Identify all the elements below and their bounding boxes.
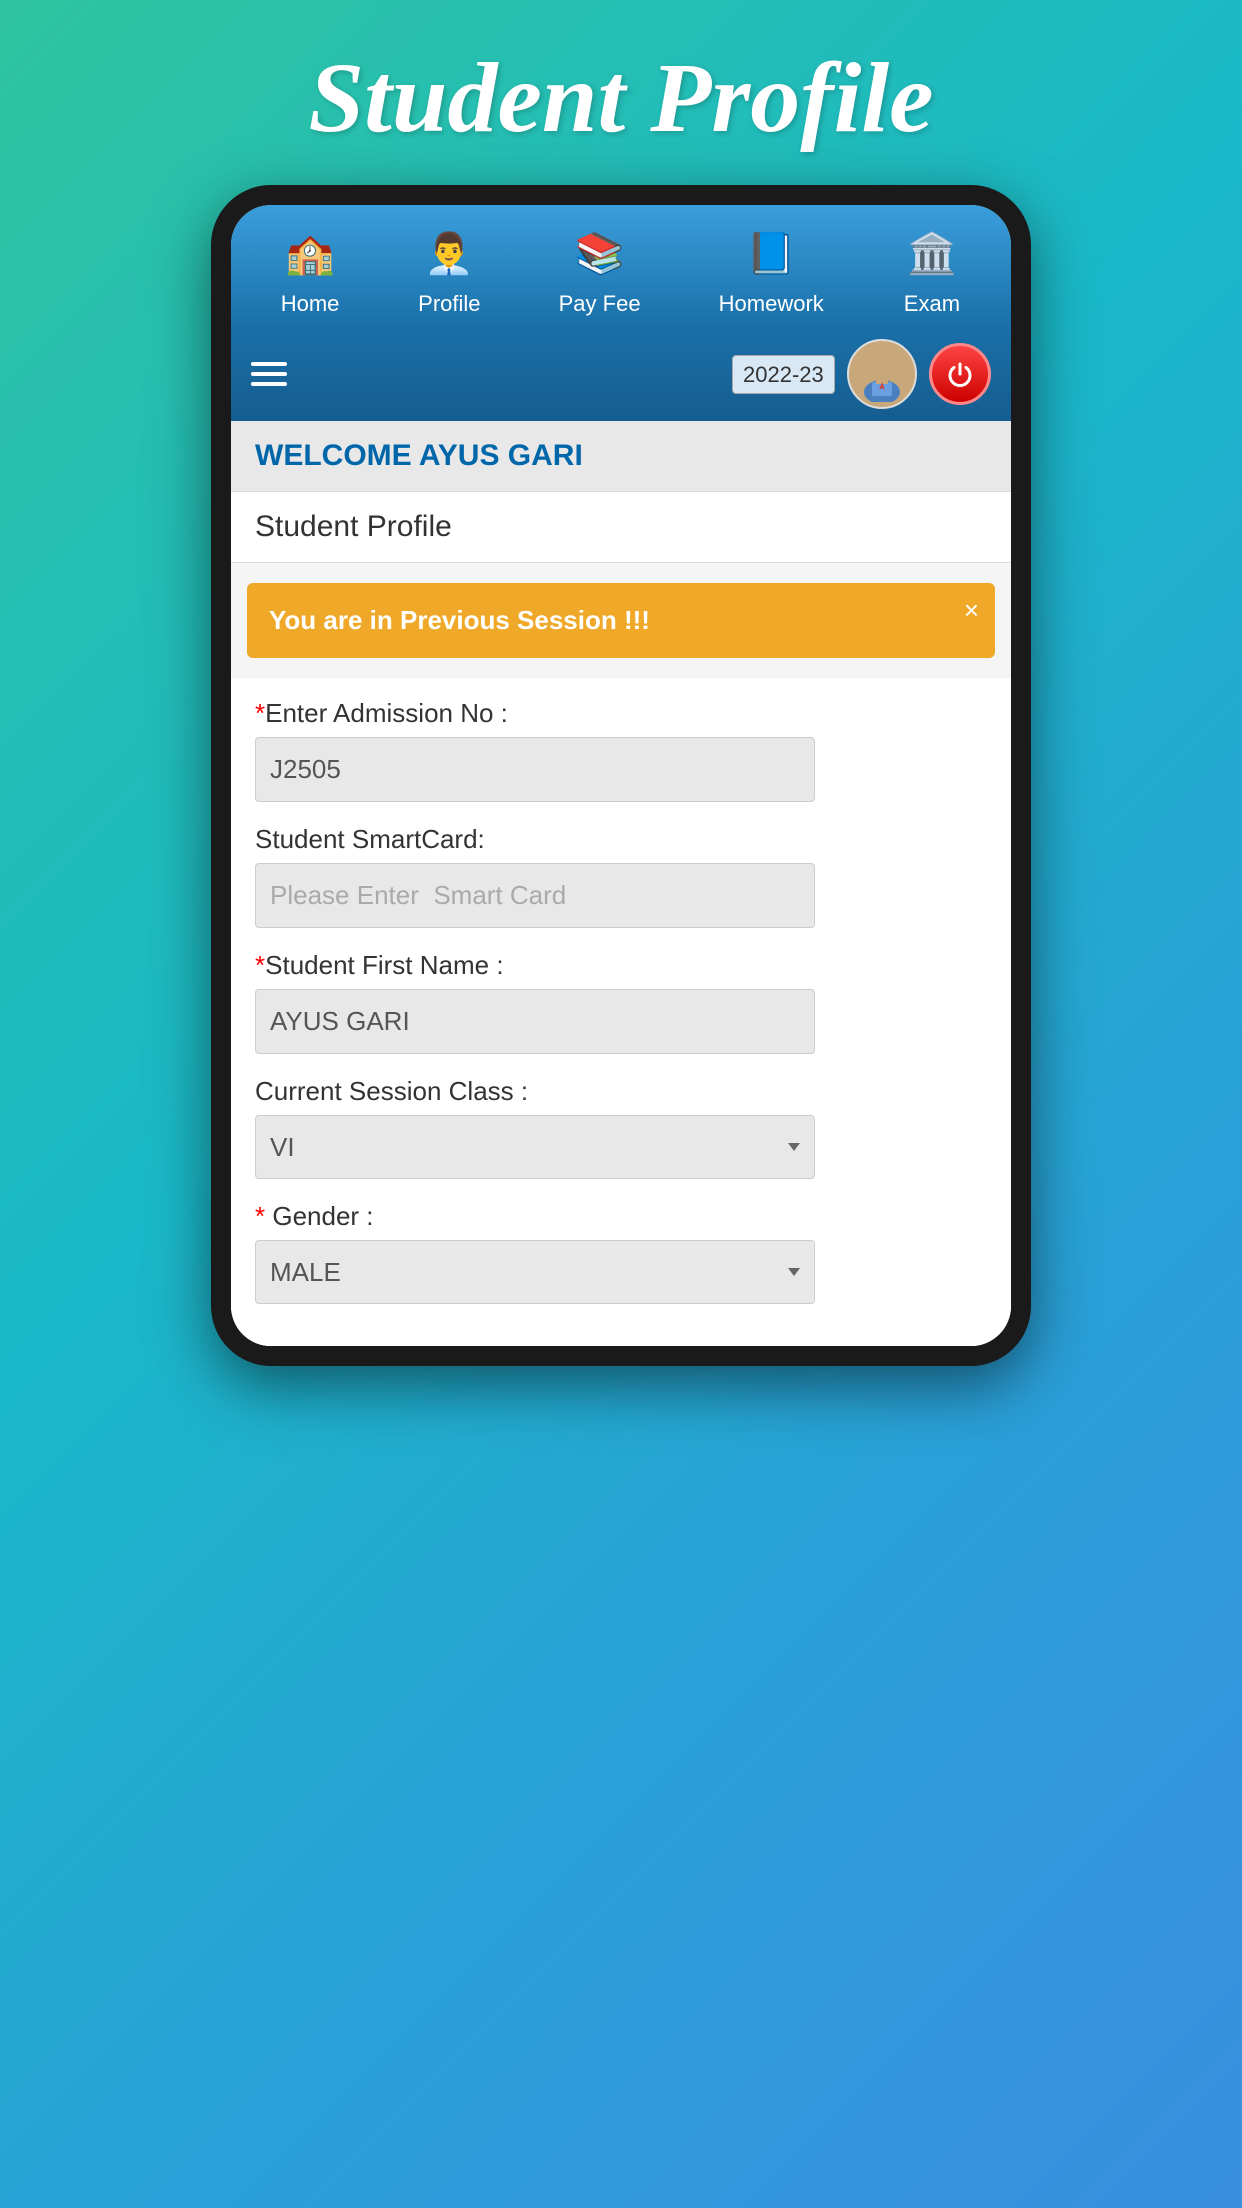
alert-banner: You are in Previous Session !!! ×	[247, 583, 995, 658]
payfee-icon: 📚	[570, 223, 630, 283]
power-button[interactable]	[929, 343, 991, 405]
nav-profile[interactable]: 👨‍💼 Profile	[418, 223, 480, 317]
welcome-bar: WELCOME AYUS GARI	[231, 421, 1011, 492]
gender-label: * Gender :	[255, 1201, 987, 1232]
homework-icon: 📘	[741, 223, 801, 283]
admission-no-input[interactable]	[255, 737, 815, 802]
session-class-select[interactable]: VI VII VIII IX X	[255, 1115, 815, 1179]
first-name-group: *Student First Name :	[255, 950, 987, 1054]
nav-home-label: Home	[281, 291, 340, 317]
alert-close-button[interactable]: ×	[964, 595, 979, 626]
admission-no-label: *Enter Admission No :	[255, 698, 987, 729]
header-right: 2022-23 2021-22 2023-24	[732, 339, 991, 409]
profile-icon: 👨‍💼	[419, 223, 479, 283]
alert-message: You are in Previous Session !!!	[269, 605, 650, 636]
nav-homework[interactable]: 📘 Homework	[719, 223, 824, 317]
avatar	[847, 339, 917, 409]
session-select[interactable]: 2022-23 2021-22 2023-24	[732, 355, 835, 394]
phone-screen: 🏫 Home 👨‍💼 Profile 📚 Pay Fee 📘 Homework …	[231, 205, 1011, 1346]
page-header: Student Profile	[308, 0, 933, 185]
section-title-bar: Student Profile	[231, 492, 1011, 563]
header-bar: 2022-23 2021-22 2023-24	[231, 327, 1011, 421]
nav-exam[interactable]: 🏛️ Exam	[902, 223, 962, 317]
hamburger-menu[interactable]	[251, 362, 287, 386]
smart-card-input[interactable]	[255, 863, 815, 928]
session-class-label: Current Session Class :	[255, 1076, 987, 1107]
hamburger-line-1	[251, 362, 287, 366]
form-area: *Enter Admission No : Student SmartCard:…	[231, 678, 1011, 1346]
session-class-group: Current Session Class : VI VII VIII IX X	[255, 1076, 987, 1179]
admission-no-group: *Enter Admission No :	[255, 698, 987, 802]
first-name-input[interactable]	[255, 989, 815, 1054]
gender-required-star: *	[255, 1201, 272, 1231]
nav-home[interactable]: 🏫 Home	[280, 223, 340, 317]
first-name-label: *Student First Name :	[255, 950, 987, 981]
nav-exam-label: Exam	[904, 291, 960, 317]
smart-card-label: Student SmartCard:	[255, 824, 987, 855]
content-area: WELCOME AYUS GARI Student Profile You ar…	[231, 421, 1011, 1346]
hamburger-line-2	[251, 372, 287, 376]
admission-required-star: *	[255, 698, 265, 728]
nav-homework-label: Homework	[719, 291, 824, 317]
exam-icon: 🏛️	[902, 223, 962, 283]
hamburger-line-3	[251, 382, 287, 386]
gender-group: * Gender : MALE FEMALE	[255, 1201, 987, 1304]
phone-device: 🏫 Home 👨‍💼 Profile 📚 Pay Fee 📘 Homework …	[211, 185, 1031, 1366]
section-title: Student Profile	[255, 510, 452, 543]
nav-payfee-label: Pay Fee	[559, 291, 641, 317]
smart-card-group: Student SmartCard:	[255, 824, 987, 928]
nav-profile-label: Profile	[418, 291, 480, 317]
home-icon: 🏫	[280, 223, 340, 283]
page-title: Student Profile	[308, 0, 933, 185]
nav-payfee[interactable]: 📚 Pay Fee	[559, 223, 641, 317]
gender-select[interactable]: MALE FEMALE	[255, 1240, 815, 1304]
first-name-required-star: *	[255, 950, 265, 980]
nav-bar: 🏫 Home 👨‍💼 Profile 📚 Pay Fee 📘 Homework …	[231, 205, 1011, 327]
welcome-text: WELCOME AYUS GARI	[255, 439, 583, 472]
